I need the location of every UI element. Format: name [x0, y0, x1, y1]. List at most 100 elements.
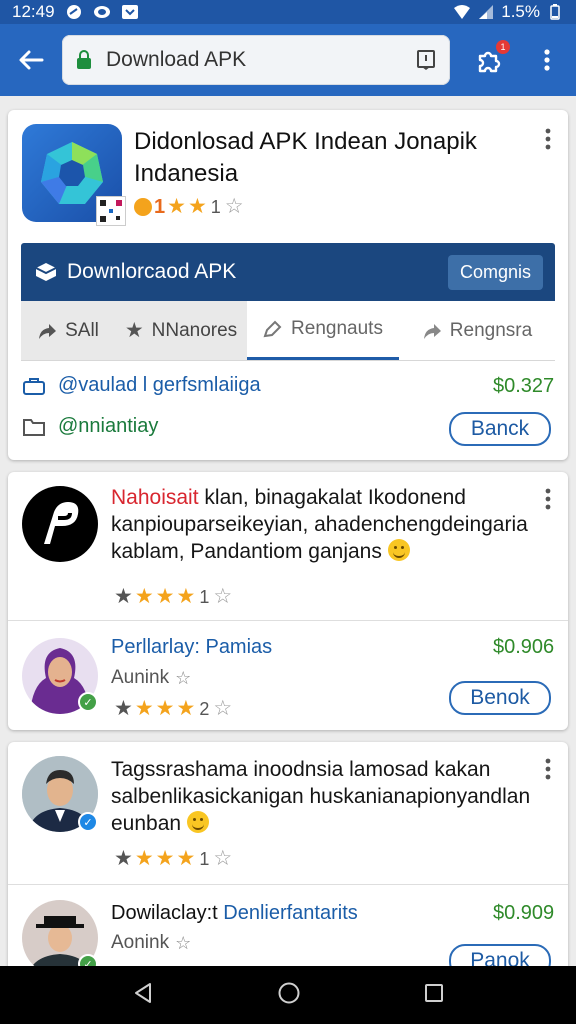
post-card: ✓ Tagssrashama inoodnsia lamosad kakan s… [8, 742, 568, 982]
reviewer-name: Perllarlay: Pamias [111, 636, 272, 659]
star-icon: ★ [114, 585, 133, 608]
download-apk-label: Downlorcaod APK [67, 260, 237, 283]
post-rating: ★ ★ ★ ★ 1 ☆ [114, 848, 232, 869]
tab-all[interactable]: SAll [21, 301, 115, 360]
back-arrow-icon [19, 50, 44, 70]
star-icon: ★ [176, 847, 196, 870]
tab-label: Rengnsra [449, 319, 533, 341]
rating-count: 2 [199, 698, 210, 719]
app-more-menu[interactable] [538, 126, 558, 152]
system-nav-bar [0, 966, 576, 1024]
reviewer-tag-text: Denlierfantarits [223, 902, 358, 924]
post-highlight: Nahoisait [111, 486, 199, 509]
app-notification-icon [93, 4, 111, 20]
notification-icon [65, 4, 83, 20]
verified-icon: ✓ [78, 812, 98, 832]
star-empty-icon: ☆ [224, 195, 244, 218]
star-icon: ★ [155, 697, 175, 720]
app-rating: 1 ★ ★ 1 ☆ [134, 196, 244, 217]
star-icon: ★ [114, 847, 133, 870]
nav-recents-button[interactable] [424, 983, 444, 1008]
lock-icon [77, 50, 91, 69]
nav-back-button[interactable] [132, 982, 154, 1009]
star-empty-icon: ☆ [213, 697, 233, 720]
reviewer-sub-text: Aonink [111, 932, 170, 953]
share-icon [423, 323, 441, 339]
rating-prefix: 1 [154, 195, 166, 218]
price-label: $0.906 [493, 636, 555, 658]
post-more-menu[interactable] [538, 486, 558, 512]
post-body: Nahoisait klan, binagakalat Ikodonend ka… [111, 484, 531, 565]
browser-menu-button[interactable] [524, 24, 570, 96]
address-text: Download APK [106, 48, 247, 71]
battery-level: 1.5% [501, 2, 540, 21]
reviewer-sub: Aunink ☆ [111, 667, 191, 689]
verified-icon: ✓ [78, 692, 98, 712]
app-card: Didonlosad APK Indean Jonapik Indanesia … [8, 110, 568, 460]
link-text: @vaulad l gerfsmlaiiga [58, 374, 261, 396]
reviewer-name-text: Perllarlay: Pamias [111, 636, 273, 658]
edit-icon [263, 320, 282, 338]
link-row[interactable]: @nniantiay [22, 415, 158, 438]
star-icon: ★ [167, 195, 186, 218]
browser-toolbar: Download APK 1 [0, 24, 576, 96]
star-icon: ★ [176, 697, 196, 720]
app-title: Didonlosad APK Indean Jonapik Indanesia [134, 128, 477, 187]
smile-emoji-icon [186, 811, 209, 833]
extensions-badge: 1 [496, 40, 510, 54]
tab-rengnsra[interactable]: Rengnsra [399, 301, 555, 360]
back-button[interactable] [0, 24, 62, 96]
more-vert-icon [545, 758, 551, 780]
battery-icon [546, 4, 564, 20]
app-logo[interactable] [22, 124, 126, 226]
tab-label: NNanores [151, 319, 238, 341]
star-icon: ★ [114, 697, 133, 720]
post-rating: ★ ★ ★ ★ 1 ☆ [114, 586, 232, 607]
divider [8, 884, 568, 885]
download-notification-icon [121, 4, 139, 20]
avatar[interactable] [22, 486, 98, 562]
reviewer-name-text: Dowilaclay:t [111, 902, 218, 924]
star-icon: ★ [155, 585, 175, 608]
nav-home-button[interactable] [277, 981, 301, 1010]
rating-count: 1 [210, 196, 221, 217]
reviewer-sub: Aonink ☆ [111, 932, 191, 954]
tab-label: SAll [65, 319, 99, 341]
download-chip-button[interactable]: Comgnis [447, 254, 543, 290]
banck-button[interactable]: Banck [449, 412, 551, 446]
download-apk-banner[interactable]: Downlorcaod APK Comgnis [21, 243, 555, 301]
star-icon: ★ [187, 195, 207, 218]
benok-button[interactable]: Benok [449, 681, 551, 715]
reviewer-sub-text: Aunink [111, 667, 170, 688]
briefcase-icon [23, 377, 45, 395]
star-icon: ★ [176, 585, 196, 608]
link-text: @nniantiay [58, 415, 159, 437]
link-row[interactable]: @vaulad l gerfsmlaiiga [22, 374, 261, 397]
star-icon: ★ [124, 319, 144, 342]
star-empty-icon: ☆ [213, 847, 233, 870]
star-icon: ★ [155, 847, 175, 870]
bookmark-icon[interactable] [416, 49, 436, 71]
status-bar: 12:49 1.5% [0, 0, 576, 24]
rating-count: 1 [199, 586, 210, 607]
wifi-icon [453, 4, 471, 20]
share-icon [39, 323, 57, 339]
smile-emoji-icon [387, 539, 410, 561]
more-vert-icon [545, 488, 551, 510]
tab-label: Rengnauts [291, 318, 383, 339]
extensions-button[interactable]: 1 [454, 24, 524, 96]
tab-rengnauts[interactable]: Rengnauts [247, 301, 399, 360]
address-bar[interactable]: Download APK [62, 35, 450, 85]
rating-dot-icon [134, 197, 152, 216]
download-box-icon [35, 263, 57, 281]
reviewer-name: Dowilaclay:t Denlierfantarits [111, 902, 358, 925]
tab-nanores[interactable]: ★ NNanores [115, 301, 247, 360]
price-label: $0.909 [493, 902, 555, 924]
recents-square-icon [425, 983, 444, 1002]
folder-icon [23, 418, 45, 436]
home-circle-icon [278, 982, 300, 1003]
back-triangle-icon [134, 982, 151, 1003]
more-vert-icon [545, 128, 551, 150]
post-more-menu[interactable] [538, 756, 558, 782]
rating-count: 1 [199, 848, 210, 869]
